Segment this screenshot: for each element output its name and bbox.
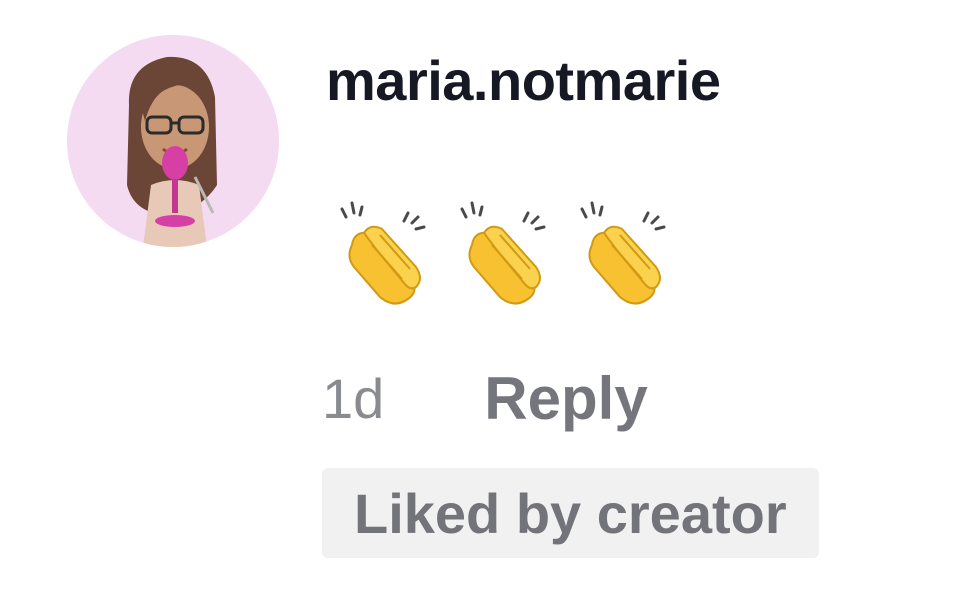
comment-meta: 1d Reply [322,358,648,438]
clapping-hands-icon [564,191,684,311]
liked-by-creator-badge: Liked by creator [322,468,819,558]
clapping-hands-icon [324,191,444,311]
reply-button[interactable]: Reply [484,364,647,433]
memoji-woman-microphone-avatar [67,35,279,247]
clapping-hands-icon [444,191,564,311]
avatar[interactable] [67,35,279,247]
comment-username[interactable]: maria.notmarie [326,48,721,113]
comment-item: maria.notmarie 1d Reply Liked by creator [0,0,980,591]
comment-text [324,186,684,316]
comment-timestamp: 1d [322,366,385,430]
